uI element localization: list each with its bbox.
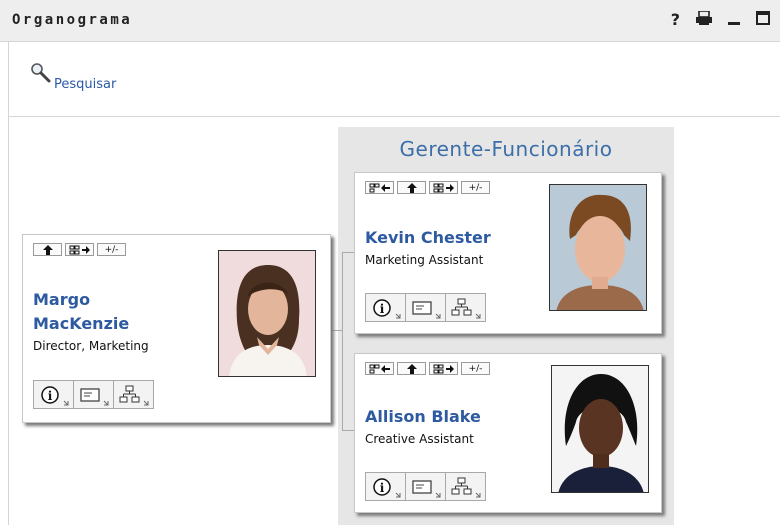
window-titlebar: Organograma ? <box>0 0 780 42</box>
info-button[interactable]: i <box>365 472 406 501</box>
tree-connector <box>342 252 343 430</box>
email-button[interactable] <box>405 472 446 501</box>
email-button[interactable] <box>73 380 114 409</box>
person-photo <box>551 365 649 493</box>
card-actions: i <box>365 472 486 501</box>
info-button[interactable]: i <box>33 380 74 409</box>
person-role: Director, Marketing <box>33 339 149 353</box>
expand-collapse-button[interactable]: +/- <box>461 362 490 375</box>
go-up-button[interactable] <box>397 362 426 375</box>
tree-connector <box>342 252 354 253</box>
search-label: Pesquisar <box>54 77 117 92</box>
org-chart-button[interactable] <box>445 472 486 501</box>
magnifier-icon <box>30 62 52 88</box>
minimize-icon[interactable] <box>728 10 740 29</box>
tree-connector <box>330 330 342 331</box>
person-card-allison: +/- Allison Blake Creative Assistant i <box>354 353 662 513</box>
window-title: Organograma <box>12 12 133 28</box>
person-card-manager: +/- Margo MacKenzie Director, Marketing … <box>22 234 331 423</box>
separator <box>8 116 780 117</box>
person-last-name[interactable]: MacKenzie <box>33 313 129 335</box>
maximize-icon[interactable] <box>756 10 770 29</box>
svg-text:i: i <box>380 481 385 495</box>
card-actions: i <box>33 380 154 409</box>
person-name[interactable]: Allison Blake <box>365 406 481 428</box>
email-button[interactable] <box>405 293 446 322</box>
card-toolbar: +/- <box>33 243 126 256</box>
search-link[interactable]: Pesquisar <box>30 62 116 92</box>
person-photo <box>218 250 316 377</box>
panel-title: Gerente-Funcionário <box>399 137 613 161</box>
expand-collapse-button[interactable]: +/- <box>461 181 490 194</box>
svg-text:i: i <box>380 302 385 316</box>
org-chart-button[interactable] <box>113 380 154 409</box>
window-controls: ? <box>671 10 770 29</box>
person-first-name[interactable]: Margo <box>33 289 90 311</box>
org-chart-button[interactable] <box>445 293 486 322</box>
window-left-border <box>8 42 9 525</box>
expand-reports-button[interactable] <box>429 181 458 194</box>
expand-collapse-button[interactable]: +/- <box>97 243 126 256</box>
person-card-kevin: +/- Kevin Chester Marketing Assistant i <box>354 172 662 334</box>
svg-text:i: i <box>48 389 53 403</box>
card-toolbar: +/- <box>365 181 490 194</box>
go-up-button[interactable] <box>397 181 426 194</box>
go-to-manager-button[interactable] <box>365 362 394 375</box>
print-icon[interactable] <box>696 10 712 29</box>
go-up-button[interactable] <box>33 243 62 256</box>
card-toolbar: +/- <box>365 362 490 375</box>
person-role: Creative Assistant <box>365 432 474 446</box>
tree-connector <box>342 430 354 431</box>
go-to-manager-button[interactable] <box>365 181 394 194</box>
info-button[interactable]: i <box>365 293 406 322</box>
person-name[interactable]: Kevin Chester <box>365 227 491 249</box>
help-icon[interactable]: ? <box>671 10 680 29</box>
expand-reports-button[interactable] <box>65 243 94 256</box>
card-actions: i <box>365 293 486 322</box>
person-role: Marketing Assistant <box>365 253 484 267</box>
expand-reports-button[interactable] <box>429 362 458 375</box>
person-photo <box>549 184 647 311</box>
